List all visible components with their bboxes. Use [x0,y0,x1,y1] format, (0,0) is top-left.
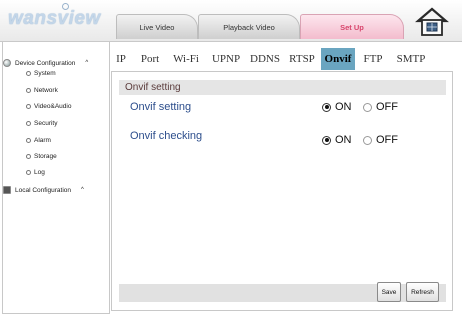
tab-port[interactable]: Port [134,48,166,70]
tab-onvif[interactable]: Onvif [321,48,355,70]
radio-label: ON [335,134,352,146]
onvif-checking-on-radio[interactable]: ON [322,134,352,146]
onvif-checking-off-radio[interactable]: OFF [363,134,398,146]
local-config-icon [3,186,11,194]
collapse-caret-icon[interactable]: ^ [81,187,84,193]
radio-selected-icon [322,135,331,145]
tab-wifi[interactable]: Wi-Fi [168,48,204,70]
onvif-setting-off-radio[interactable]: OFF [363,101,398,113]
tab-smtp[interactable]: SMTP [390,48,432,70]
sidebar-item-storage[interactable]: Storage [26,153,57,160]
sidebar-local-configuration[interactable]: Local Configuration ^ [3,183,84,197]
tab-ftp[interactable]: FTP [358,48,388,70]
sidebar-item-video-audio[interactable]: Video&Audio [26,103,71,110]
tab-ddns[interactable]: DDNS [246,48,284,70]
collapse-caret-icon[interactable]: ^ [85,60,88,66]
section-title: Onvif setting [119,80,446,95]
tab-ip[interactable]: IP [111,48,131,70]
onvif-setting-on-radio[interactable]: ON [322,101,352,113]
device-config-icon [3,59,11,67]
radio-unselected-icon [363,102,372,112]
onvif-settings-panel: Onvif setting Onvif setting ON OFF Onvif… [111,71,453,311]
radio-label: OFF [376,101,398,113]
radio-selected-icon [322,102,331,112]
radio-label: OFF [376,134,398,146]
onvif-setting-label: Onvif setting [130,101,192,113]
tab-live-video[interactable]: Live Video [116,14,198,39]
tab-playback-video[interactable]: Playback Video [198,14,300,39]
refresh-button[interactable]: Refresh [406,282,439,302]
sidebar-device-configuration[interactable]: Device Configuration ^ [3,56,88,70]
wansview-logo: wansview [8,8,101,29]
sidebar-item-system[interactable]: System [26,70,56,77]
sidebar-head-label: Device Configuration [15,59,76,67]
tab-upnp[interactable]: UPNP [206,48,246,70]
save-button[interactable]: Save [377,282,401,302]
radio-label: ON [335,101,352,113]
sidebar-item-security[interactable]: Security [26,120,57,127]
tab-set-up[interactable]: Set Up [300,14,404,39]
sidebar-item-log[interactable]: Log [26,169,45,176]
tab-rtsp[interactable]: RTSP [284,48,320,70]
sidebar [2,42,110,314]
home-icon[interactable] [415,6,449,38]
sidebar-item-alarm[interactable]: Alarm [26,137,51,144]
radio-unselected-icon [363,135,372,145]
top-bar: wansview Live Video Playback Video Set U… [0,0,462,42]
logo-mark-icon [62,3,69,10]
onvif-checking-label: Onvif checking [130,130,203,142]
sidebar-item-network[interactable]: Network [26,87,58,94]
sidebar-head-label: Local Configuration [15,186,72,194]
